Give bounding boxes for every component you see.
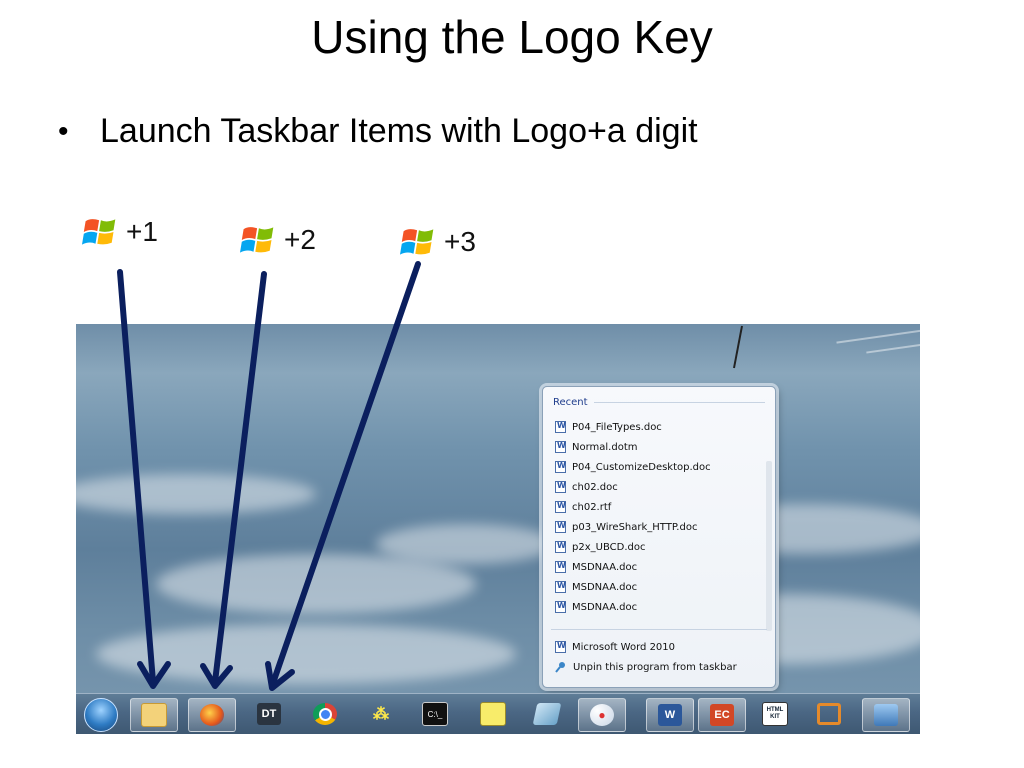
word-icon: W	[658, 704, 682, 726]
doc-icon	[555, 541, 566, 553]
dt-app-icon: DT	[257, 703, 281, 725]
paint-icon: ●	[590, 704, 614, 726]
recent-list: P04_FileTypes.doc Normal.dotm P04_Custom…	[555, 417, 711, 617]
open-program-item[interactable]: Microsoft Word 2010	[555, 637, 737, 657]
doc-icon	[555, 461, 566, 473]
vmware-icon	[817, 703, 841, 725]
logo-plus-3: +3	[400, 224, 476, 260]
unpin-item[interactable]: Unpin this program from taskbar	[555, 657, 737, 677]
network-icon	[874, 704, 898, 726]
start-button[interactable]	[84, 698, 118, 732]
list-item[interactable]: ch02.doc	[555, 477, 711, 497]
list-item[interactable]: P04_FileTypes.doc	[555, 417, 711, 437]
bullet-dot: •	[58, 114, 69, 148]
taskbar-paint[interactable]: ●	[578, 698, 626, 732]
dots-app-icon: ⁂	[373, 706, 389, 723]
list-item[interactable]: Normal.dotm	[555, 437, 711, 457]
jump-list: Recent P04_FileTypes.doc Normal.dotm P04…	[542, 386, 776, 688]
recent-heading: Recent	[553, 397, 588, 408]
powerpoint-icon: EC	[710, 704, 734, 726]
list-item[interactable]: MSDNAA.doc	[555, 577, 711, 597]
taskbar-firefox[interactable]	[188, 698, 236, 732]
list-item[interactable]: MSDNAA.doc	[555, 597, 711, 617]
taskbar-vmware[interactable]	[806, 698, 852, 730]
logo-plus-2: +2	[240, 222, 316, 258]
jump-list-header: Recent	[553, 397, 765, 408]
windows-logo-icon	[82, 219, 116, 245]
slide-title: Using the Logo Key	[311, 11, 713, 63]
taskbar-network[interactable]	[862, 698, 910, 732]
doc-icon	[555, 521, 566, 533]
desktop-screenshot: Recent P04_FileTypes.doc Normal.dotm P04…	[76, 324, 920, 734]
logo-plus-1: +1	[82, 214, 158, 250]
word-program-icon	[555, 641, 566, 653]
doc-icon	[555, 601, 566, 613]
list-item[interactable]: p03_WireShark_HTTP.doc	[555, 517, 711, 537]
list-item[interactable]: P04_CustomizeDesktop.doc	[555, 457, 711, 477]
taskbar-chrome[interactable]	[302, 698, 348, 730]
scrollbar[interactable]	[766, 461, 772, 631]
taskbar: DT ⁂ C:\_ ● W EC HTML KIT	[76, 693, 920, 734]
shortcut-label: +1	[126, 216, 158, 247]
shortcut-label: +2	[284, 224, 316, 255]
firefox-icon	[200, 704, 224, 726]
bullet-item: • Launch Taskbar Items with Logo+a digit	[58, 112, 698, 151]
taskbar-dots[interactable]: ⁂	[358, 698, 404, 730]
list-item[interactable]: p2x_UBCD.doc	[555, 537, 711, 557]
doc-icon	[555, 481, 566, 493]
windows-logo-icon	[240, 227, 274, 253]
jump-list-tasks: Microsoft Word 2010 Unpin this program f…	[555, 637, 737, 677]
taskbar-dt[interactable]: DT	[246, 698, 292, 730]
explorer-icon	[141, 703, 167, 727]
list-item[interactable]: MSDNAA.doc	[555, 557, 711, 577]
taskbar-book[interactable]	[524, 698, 570, 730]
chrome-icon	[313, 703, 337, 725]
taskbar-notes[interactable]	[470, 698, 516, 730]
taskbar-cmd[interactable]: C:\_	[412, 698, 458, 730]
taskbar-powerpoint[interactable]: EC	[698, 698, 746, 732]
html-kit-icon: HTML KIT	[762, 702, 788, 726]
taskbar-explorer[interactable]	[130, 698, 178, 732]
divider	[551, 629, 767, 630]
bullet-text: Launch Taskbar Items with Logo+a digit	[100, 112, 698, 150]
taskbar-word[interactable]: W	[646, 698, 694, 732]
doc-icon	[555, 561, 566, 573]
doc-icon	[555, 581, 566, 593]
doc-icon	[555, 421, 566, 433]
cmd-icon: C:\_	[422, 702, 448, 726]
notes-icon	[480, 702, 506, 726]
list-item[interactable]: ch02.rtf	[555, 497, 711, 517]
pin-icon	[555, 662, 565, 673]
doc-icon	[555, 501, 566, 513]
shortcut-label: +3	[444, 226, 476, 257]
book-icon	[532, 703, 562, 725]
doc-icon	[555, 441, 566, 453]
windows-logo-icon	[400, 229, 434, 255]
taskbar-html-kit[interactable]: HTML KIT	[752, 698, 798, 730]
